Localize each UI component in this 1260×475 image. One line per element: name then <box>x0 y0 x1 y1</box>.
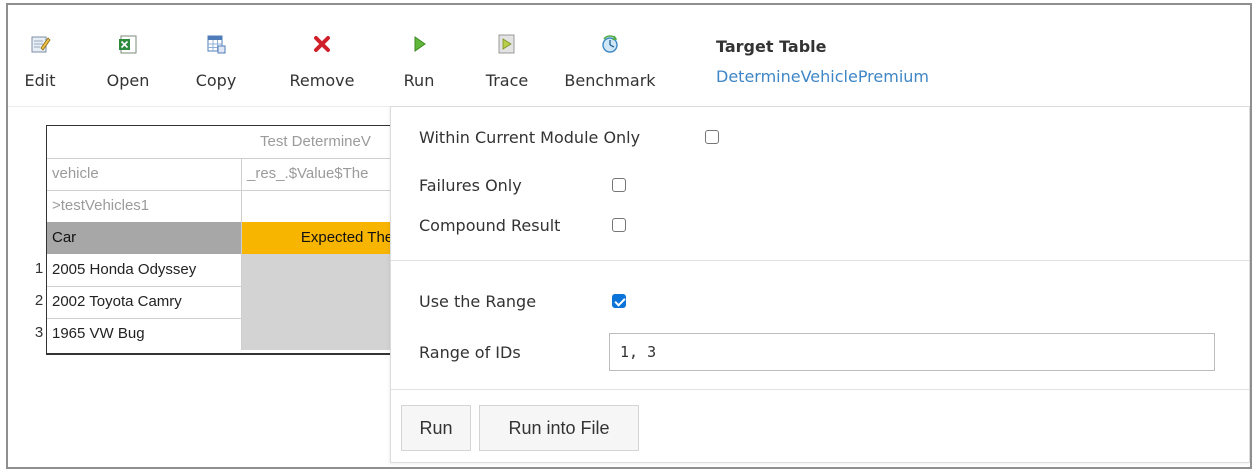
sheet-row-1-expected: N <box>242 254 408 286</box>
remove-button[interactable]: Remove <box>282 33 362 97</box>
edit-button-label: Edit <box>24 71 56 90</box>
sheet-row-2-expected <box>242 286 408 318</box>
toolbar: Edit Open Copy Remove Run Trace Benchmar… <box>8 5 1250 107</box>
sheet-row-1-car: 2005 Honda Odyssey <box>47 254 242 286</box>
run-options-popup: Within Current Module Only Failures Only… <box>390 106 1250 463</box>
trace-icon <box>498 34 515 54</box>
within-module-label: Within Current Module Only <box>419 128 641 147</box>
edit-button[interactable]: Edit <box>22 33 58 97</box>
sheet-cell-empty <box>242 190 408 222</box>
run-toolbar-button[interactable]: Run <box>400 33 438 97</box>
sheet-row-3-car: 1965 VW Bug <box>47 318 242 350</box>
open-button[interactable]: Open <box>102 33 154 97</box>
trace-button[interactable]: Trace <box>479 33 535 97</box>
range-ids-label: Range of IDs <box>419 343 521 362</box>
row-number: 3 <box>34 324 44 341</box>
target-table-link[interactable]: DetermineVehiclePremium <box>716 69 929 85</box>
row-number: 2 <box>34 292 44 309</box>
excel-icon <box>119 35 137 54</box>
use-range-label: Use the Range <box>419 292 537 311</box>
open-button-label: Open <box>106 71 150 90</box>
failures-only-checkbox[interactable] <box>612 178 626 192</box>
test-table-sheet: Test DetermineV vehicle _res_.$Value$The… <box>8 106 408 456</box>
row-number: 1 <box>34 260 44 277</box>
use-range-checkbox[interactable] <box>612 294 626 308</box>
failures-only-label: Failures Only <box>419 176 522 195</box>
benchmark-button[interactable]: Benchmark <box>554 33 666 97</box>
trace-button-label: Trace <box>485 71 529 90</box>
within-module-checkbox[interactable] <box>705 130 719 144</box>
run-into-file-button[interactable]: Run into File <box>479 405 639 451</box>
target-table-title: Target Table <box>716 37 827 56</box>
play-icon <box>414 36 426 52</box>
edit-icon <box>31 36 51 53</box>
buttons-divider <box>391 389 1249 390</box>
sheet-row-2-car: 2002 Toyota Camry <box>47 286 242 318</box>
sheet-header-car: Car <box>47 222 242 254</box>
test-table-title: Test DetermineV <box>260 133 371 150</box>
sheet-cell-res-value: _res_.$Value$The <box>247 165 369 182</box>
options-divider <box>391 260 1249 261</box>
sheet-cell-vehicle: vehicle <box>47 158 242 190</box>
remove-button-label: Remove <box>289 71 355 90</box>
benchmark-button-label: Benchmark <box>564 71 656 90</box>
sheet-cell-testvehicles: >testVehicles1 <box>47 190 242 222</box>
compound-result-label: Compound Result <box>419 216 561 235</box>
run-button[interactable]: Run <box>401 405 471 451</box>
sheet-header-expected: Expected The <box>242 222 408 254</box>
benchmark-icon <box>602 35 618 53</box>
copy-button-label: Copy <box>195 71 237 90</box>
app-frame: Edit Open Copy Remove Run Trace Benchmar… <box>6 3 1252 469</box>
sheet-row-3-expected <box>242 318 408 350</box>
test-table-grid: Test DetermineV vehicle _res_.$Value$The… <box>46 125 408 355</box>
range-ids-input[interactable] <box>609 333 1215 371</box>
red-x-icon <box>314 36 330 52</box>
table-copy-icon <box>207 35 226 54</box>
copy-button[interactable]: Copy <box>190 33 242 97</box>
run-toolbar-button-label: Run <box>403 71 435 90</box>
compound-result-checkbox[interactable] <box>612 218 626 232</box>
